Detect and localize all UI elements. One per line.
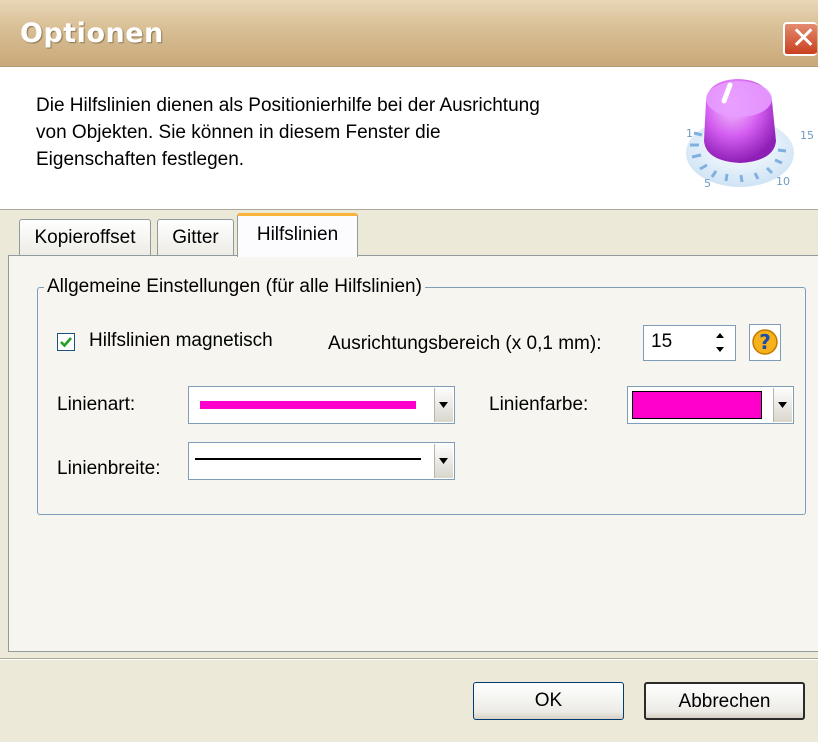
tab-kopieroffset[interactable]: Kopieroffset [19,219,151,256]
description-line: Eigenschaften festlegen. [36,149,245,170]
tab-strip: Kopieroffset Gitter Hilfslinien [0,211,818,257]
line-color-dropdown-button[interactable] [773,388,792,422]
chevron-down-icon [439,402,448,408]
magnetic-checkbox[interactable] [57,333,75,351]
header-info: Die Hilfslinien dienen als Positionierhi… [0,67,818,210]
alignment-range-stepper[interactable]: 15 [643,325,736,361]
separator-highlight [0,659,818,660]
check-icon [60,337,72,348]
spin-down-icon[interactable] [708,343,732,358]
window-title: Optionen [20,18,164,49]
dial-tick-15: 15 [800,129,814,142]
line-style-dropdown-button[interactable] [434,388,453,422]
tab-hilfslinien[interactable]: Hilfslinien [237,213,358,257]
close-icon: ✕ [791,21,817,56]
title-bar: Optionen ✕ [0,0,818,67]
tab-gitter[interactable]: Gitter [157,219,234,256]
line-width-combo[interactable] [188,442,455,480]
group-legend: Allgemeine Einstellungen (für alle Hilfs… [44,276,425,298]
description-line: Die Hilfslinien dienen als Positionierhi… [36,95,540,116]
chevron-down-icon [439,458,448,464]
chevron-down-icon [778,402,787,408]
line-color-swatch [632,391,762,419]
help-icon: ? [752,329,778,355]
dial-tick-10: 10 [776,175,790,188]
line-style-combo[interactable] [188,386,455,424]
line-width-label: Linienbreite: [57,458,161,479]
line-width-dropdown-button[interactable] [434,444,453,478]
alignment-range-value[interactable]: 15 [651,331,672,353]
dial-tick-5: 5 [704,177,711,190]
spin-up-icon[interactable] [708,328,732,343]
line-width-sample [195,458,421,460]
line-color-combo[interactable] [627,386,794,424]
help-button[interactable]: ? [749,324,781,361]
line-color-label: Linienfarbe: [489,394,589,415]
ok-button[interactable]: OK [473,682,624,720]
options-dialog: Optionen ✕ Die Hilfslinien dienen als Po… [0,0,818,742]
alignment-range-label: Ausrichtungsbereich (x 0,1 mm): [328,333,602,354]
cancel-button[interactable]: Abbrechen [644,682,805,720]
magnetic-checkbox-label[interactable]: Hilfslinien magnetisch [89,330,273,352]
dial-icon: 1 5 10 15 [686,79,814,190]
line-style-label: Linienart: [57,394,136,415]
dial-tick-1: 1 [686,127,693,140]
spin-buttons [708,328,732,358]
svg-text:?: ? [759,330,771,354]
description-line: von Objekten. Sie können in diesem Fenst… [36,122,441,143]
close-button[interactable]: ✕ [783,21,817,56]
line-style-sample [200,401,416,409]
header-description: Die Hilfslinien dienen als Positionierhi… [36,92,626,173]
